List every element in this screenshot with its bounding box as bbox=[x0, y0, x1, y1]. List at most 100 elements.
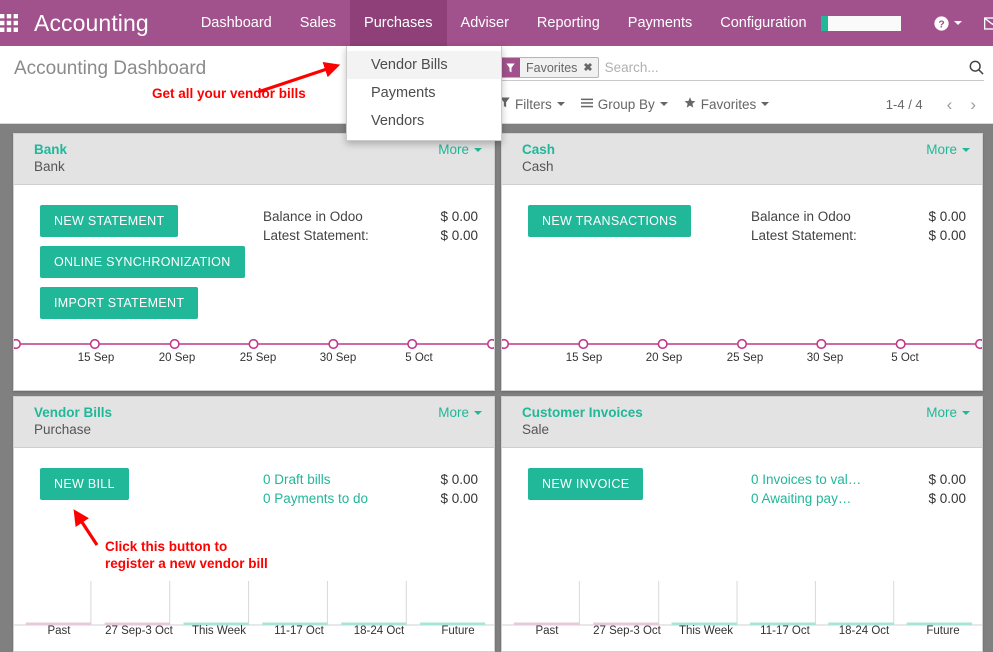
x-tick-label: 5 Oct bbox=[405, 352, 432, 364]
card-more-label: More bbox=[926, 142, 957, 157]
card-title: Customer Invoices bbox=[522, 404, 926, 421]
menu-item-payments[interactable]: Payments bbox=[614, 0, 706, 46]
card-more-label: More bbox=[926, 405, 957, 420]
card-header: Vendor Bills Purchase More bbox=[14, 397, 494, 448]
search-facet-favorites[interactable]: Favorites ✖ bbox=[500, 57, 599, 78]
x-tick-label: 18-24 Oct bbox=[839, 625, 890, 637]
menu-item-configuration[interactable]: Configuration bbox=[706, 0, 820, 46]
filters-dropdown[interactable]: Filters bbox=[500, 97, 565, 112]
app-brand-title[interactable]: Accounting bbox=[18, 0, 155, 46]
x-tick-label: 11-17 Oct bbox=[760, 625, 810, 637]
new-bill-button[interactable]: NEW BILL bbox=[40, 468, 129, 500]
cash-line-chart[interactable]: 15 Sep 20 Sep 25 Sep 30 Sep 5 Oct bbox=[502, 318, 982, 390]
favorites-dropdown[interactable]: Favorites bbox=[684, 97, 770, 112]
x-tick-label: 25 Sep bbox=[727, 352, 763, 364]
card-body: NEW STATEMENT ONLINE SYNCHRONIZATION IMP… bbox=[14, 185, 494, 390]
apps-grid-icon[interactable] bbox=[0, 0, 18, 46]
x-tick-label: Past bbox=[47, 625, 70, 637]
svg-text:?: ? bbox=[938, 19, 944, 30]
card-more-dropdown[interactable]: More bbox=[438, 404, 482, 420]
help-circle-icon[interactable]: ? bbox=[923, 0, 973, 46]
close-x-icon[interactable]: ✖ bbox=[581, 58, 597, 77]
menu-item-reporting[interactable]: Reporting bbox=[523, 0, 614, 46]
new-transactions-button[interactable]: NEW TRANSACTIONS bbox=[528, 205, 691, 237]
card-more-dropdown[interactable]: More bbox=[926, 141, 970, 157]
card-stats: Balance in Odoo $ 0.00 Latest Statement:… bbox=[751, 207, 966, 245]
magnifier-icon[interactable] bbox=[963, 60, 984, 75]
card-subtitle: Cash bbox=[522, 158, 926, 176]
stat-value: $ 0.00 bbox=[440, 207, 478, 226]
chevron-left-icon[interactable]: ‹ bbox=[939, 96, 961, 113]
card-subtitle: Purchase bbox=[34, 421, 438, 439]
x-tick-label: 27 Sep-3 Oct bbox=[105, 625, 173, 637]
card-body: NEW TRANSACTIONS Balance in Odoo $ 0.00 … bbox=[502, 185, 982, 390]
filters-label: Filters bbox=[515, 97, 552, 112]
card-body: NEW BILL 0 Draft bills $ 0.00 0 Payments… bbox=[14, 448, 494, 651]
menu-item-dashboard[interactable]: Dashboard bbox=[187, 0, 286, 46]
menu-item-sales[interactable]: Sales bbox=[286, 0, 350, 46]
main-menu: Dashboard Sales Purchases Adviser Report… bbox=[187, 0, 821, 46]
stat-label[interactable]: 0 Awaiting pay… bbox=[751, 489, 851, 508]
menu-item-purchases[interactable]: Purchases bbox=[350, 0, 447, 46]
stat-value: $ 0.00 bbox=[440, 470, 478, 489]
customer-invoices-bar-chart[interactable]: Past 27 Sep-3 Oct This Week 11-17 Oct 18… bbox=[502, 579, 982, 651]
accounting-dashboard: Bank Bank More NEW STATEMENT ONLINE SYNC… bbox=[0, 124, 993, 647]
stat-row[interactable]: 0 Awaiting pay… $ 0.00 bbox=[751, 489, 966, 508]
card-stats: Balance in Odoo $ 0.00 Latest Statement:… bbox=[263, 207, 478, 245]
card-title: Vendor Bills bbox=[34, 404, 438, 421]
card-title: Cash bbox=[522, 141, 926, 158]
envelope-icon[interactable] bbox=[973, 0, 993, 46]
chevron-down-icon bbox=[954, 21, 962, 25]
group-by-dropdown[interactable]: Group By bbox=[581, 97, 668, 112]
card-subtitle: Bank bbox=[34, 158, 438, 176]
card-cash[interactable]: Cash Cash More NEW TRANSACTIONS Balance … bbox=[501, 133, 983, 391]
card-more-dropdown[interactable]: More bbox=[926, 404, 970, 420]
pager: 1-4 / 4 ‹ › bbox=[886, 96, 984, 113]
x-tick-label: 30 Sep bbox=[807, 352, 843, 364]
stat-row: Latest Statement: $ 0.00 bbox=[751, 226, 966, 245]
x-tick-label: This Week bbox=[679, 625, 733, 637]
x-tick-label: 5 Oct bbox=[891, 352, 918, 364]
stat-value: $ 0.00 bbox=[928, 207, 966, 226]
x-tick-label: 20 Sep bbox=[646, 352, 682, 364]
stat-label[interactable]: 0 Draft bills bbox=[263, 470, 331, 489]
search-bar[interactable]: Favorites ✖ bbox=[500, 55, 984, 81]
chevron-right-icon[interactable]: › bbox=[962, 96, 984, 113]
online-synchronization-button[interactable]: ONLINE SYNCHRONIZATION bbox=[40, 246, 245, 278]
filter-funnel-icon bbox=[501, 58, 520, 77]
new-statement-button[interactable]: NEW STATEMENT bbox=[40, 205, 178, 237]
stat-row[interactable]: 0 Payments to do $ 0.00 bbox=[263, 489, 478, 508]
search-input[interactable] bbox=[605, 60, 963, 75]
card-customer-invoices[interactable]: Customer Invoices Sale More NEW INVOICE … bbox=[501, 396, 983, 652]
new-invoice-button[interactable]: NEW INVOICE bbox=[528, 468, 643, 500]
stat-label[interactable]: 0 Payments to do bbox=[263, 489, 368, 508]
card-more-label: More bbox=[438, 142, 469, 157]
chevron-down-icon bbox=[474, 411, 482, 415]
x-tick-label: 18-24 Oct bbox=[354, 625, 405, 637]
dropdown-item-payments[interactable]: Payments bbox=[347, 79, 501, 107]
dashboard-row-1: Bank Bank More NEW STATEMENT ONLINE SYNC… bbox=[13, 133, 983, 391]
card-body: NEW INVOICE 0 Invoices to val… $ 0.00 0 … bbox=[502, 448, 982, 651]
card-more-dropdown[interactable]: More bbox=[438, 141, 482, 157]
vendor-bills-bar-chart[interactable]: Past 27 Sep-3 Oct This Week 11-17 Oct 18… bbox=[14, 579, 494, 651]
stat-label: Latest Statement: bbox=[263, 226, 369, 245]
bank-line-chart[interactable]: 15 Sep 20 Sep 25 Sep 30 Sep 5 Oct bbox=[14, 318, 494, 390]
stat-row: Latest Statement: $ 0.00 bbox=[263, 226, 478, 245]
user-menu-redacted[interactable] bbox=[821, 16, 901, 31]
x-tick-label: 27 Sep-3 Oct bbox=[593, 625, 661, 637]
stat-label[interactable]: 0 Invoices to val… bbox=[751, 470, 861, 489]
x-tick-label: Past bbox=[535, 625, 558, 637]
card-vendor-bills[interactable]: Vendor Bills Purchase More NEW BILL 0 Dr… bbox=[13, 396, 495, 652]
import-statement-button[interactable]: IMPORT STATEMENT bbox=[40, 287, 198, 319]
dropdown-item-vendor-bills[interactable]: Vendor Bills bbox=[347, 51, 501, 79]
dropdown-item-vendors[interactable]: Vendors bbox=[347, 107, 501, 135]
stat-row[interactable]: 0 Draft bills $ 0.00 bbox=[263, 470, 478, 489]
menu-item-adviser[interactable]: Adviser bbox=[447, 0, 523, 46]
stat-value: $ 0.00 bbox=[440, 489, 478, 508]
x-tick-label: 15 Sep bbox=[566, 352, 602, 364]
card-bank[interactable]: Bank Bank More NEW STATEMENT ONLINE SYNC… bbox=[13, 133, 495, 391]
x-tick-label: This Week bbox=[192, 625, 246, 637]
card-stats: 0 Invoices to val… $ 0.00 0 Awaiting pay… bbox=[751, 470, 966, 508]
stat-row[interactable]: 0 Invoices to val… $ 0.00 bbox=[751, 470, 966, 489]
star-icon bbox=[684, 97, 696, 111]
